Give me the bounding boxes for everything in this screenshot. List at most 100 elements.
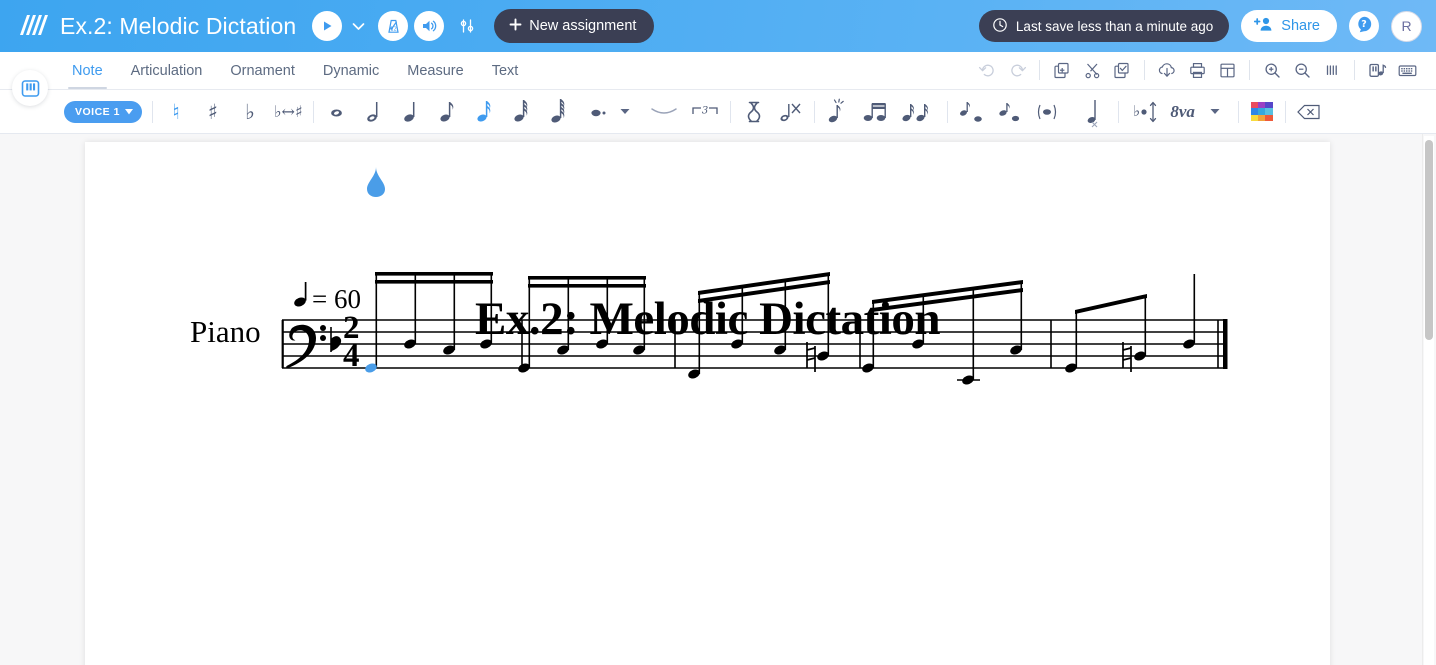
tab-ornament[interactable]: Ornament: [216, 63, 308, 89]
time-denominator: 4: [343, 338, 360, 374]
metronome-label: 12: [390, 26, 397, 32]
rest-icon[interactable]: [741, 97, 767, 127]
grace-note-icon[interactable]: [825, 97, 851, 127]
toolbar-separator: [1237, 100, 1239, 123]
metronome-icon[interactable]: 12: [378, 11, 409, 41]
sixteenth-note-icon[interactable]: [472, 97, 498, 127]
score-canvas[interactable]: Ex.2: Melodic Dictation Piano = 60 2 4: [0, 134, 1436, 665]
download-icon[interactable]: [1152, 57, 1182, 83]
flat-logo-icon[interactable]: [16, 11, 50, 41]
thirtysecond-note-icon[interactable]: [509, 97, 535, 127]
articulation-icon[interactable]: [997, 97, 1023, 127]
palette-swatch[interactable]: [1257, 114, 1266, 122]
parenthesis-note-icon[interactable]: [1034, 97, 1060, 127]
palette-swatch[interactable]: [1265, 101, 1273, 109]
triplet-icon[interactable]: 3: [690, 97, 720, 127]
play-icon[interactable]: [312, 11, 343, 41]
piano-keyboard-icon[interactable]: [12, 70, 48, 106]
palette-swatch[interactable]: [1265, 108, 1273, 115]
document-title[interactable]: Ex.2: Melodic Dictation: [60, 13, 296, 40]
share-button[interactable]: Share: [1241, 10, 1337, 42]
enharmonic-toggle-icon[interactable]: ♭↔♯: [274, 97, 303, 127]
new-assignment-button[interactable]: New assignment: [494, 9, 655, 43]
help-button[interactable]: ?: [1349, 11, 1379, 41]
palette-swatch[interactable]: [1265, 114, 1273, 122]
volume-icon[interactable]: [414, 11, 445, 41]
note-delete-icon[interactable]: [778, 97, 804, 127]
redo-icon[interactable]: [1002, 57, 1032, 83]
layout-icon[interactable]: [1212, 57, 1242, 83]
octave-dropdown-icon[interactable]: [1202, 97, 1228, 127]
tab-note[interactable]: Note: [58, 63, 117, 89]
mixer-sliders-icon[interactable]: [454, 12, 480, 40]
tab-label: Text: [491, 63, 519, 79]
undo-icon[interactable]: [972, 57, 1002, 83]
instrument-icon[interactable]: [1362, 57, 1392, 83]
slur-icon[interactable]: [958, 97, 986, 127]
final-barline-thick: [1223, 319, 1228, 369]
beam-icon[interactable]: [862, 97, 890, 127]
sharp-icon[interactable]: ♯: [200, 97, 226, 127]
toolbar-separator: [946, 100, 948, 123]
palette-swatch[interactable]: [1257, 101, 1266, 109]
palette-swatch[interactable]: [1257, 108, 1266, 115]
dotted-note-icon[interactable]: [586, 97, 612, 127]
add-person-icon: [1254, 16, 1273, 36]
quarter-note-icon[interactable]: [398, 97, 424, 127]
zoom-out-icon[interactable]: [1287, 57, 1317, 83]
svg-text:?: ?: [1361, 19, 1367, 30]
tab-measure[interactable]: Measure: [393, 63, 477, 89]
avatar[interactable]: R: [1391, 10, 1422, 42]
voice-selector[interactable]: VOICE 1: [64, 100, 142, 123]
key-signature-flat: [330, 327, 342, 352]
measure-4: [862, 280, 1052, 385]
new-assignment-label: New assignment: [529, 18, 637, 34]
bass-clef: [286, 324, 326, 369]
natural-icon[interactable]: ♮: [163, 97, 189, 127]
tab-label: Dynamic: [322, 63, 380, 79]
palette-swatch[interactable]: [1250, 114, 1258, 122]
octave-8va-icon[interactable]: 8va: [1170, 97, 1196, 127]
tab-text[interactable]: Text: [478, 63, 533, 89]
stem-toggle-icon[interactable]: [1082, 97, 1108, 127]
half-note-icon[interactable]: [361, 97, 387, 127]
toolbar-separator: [729, 100, 731, 123]
zoom-in-icon[interactable]: [1257, 57, 1287, 83]
flat-icon[interactable]: ♭: [237, 97, 263, 127]
paste-icon[interactable]: [1107, 57, 1137, 83]
staff-lines: [282, 319, 1227, 369]
transpose-icon[interactable]: ♭: [1129, 97, 1159, 127]
print-icon[interactable]: [1182, 57, 1212, 83]
tie-icon[interactable]: [649, 97, 679, 127]
cut-icon[interactable]: [1077, 57, 1107, 83]
svg-text:3: 3: [701, 105, 707, 116]
tab-list: Note Articulation Ornament Dynamic Measu…: [58, 52, 532, 89]
avatar-initial: R: [1401, 18, 1412, 34]
tab-articulation[interactable]: Articulation: [117, 63, 217, 89]
time-signature: 2 4: [343, 310, 360, 374]
page-view-icon[interactable]: [1317, 57, 1347, 83]
keyboard-icon[interactable]: [1392, 57, 1422, 83]
toolbar-separator: [312, 100, 314, 123]
vertical-scrollbar[interactable]: [1424, 136, 1434, 665]
whole-note-icon[interactable]: [324, 97, 350, 127]
color-palette-grid: [1250, 101, 1273, 122]
tab-label: Ornament: [230, 63, 295, 79]
unbeam-icon[interactable]: [901, 97, 937, 127]
backspace-delete-icon[interactable]: [1296, 97, 1322, 127]
toolbar-separator: [1117, 100, 1119, 123]
scrollbar-thumb[interactable]: [1425, 140, 1433, 340]
palette-swatch[interactable]: [1250, 101, 1258, 109]
measure-3: [688, 272, 861, 379]
palette-swatch[interactable]: [1250, 108, 1258, 115]
tab-bar: Note Articulation Ornament Dynamic Measu…: [0, 52, 1436, 106]
tab-dynamic[interactable]: Dynamic: [309, 63, 393, 89]
dotted-dropdown-icon[interactable]: [612, 97, 638, 127]
color-palette-icon[interactable]: [1249, 97, 1275, 127]
measure-1: [365, 272, 523, 373]
eighth-note-icon[interactable]: [435, 97, 461, 127]
score-page[interactable]: Ex.2: Melodic Dictation Piano = 60 2 4: [85, 142, 1330, 665]
sixtyfourth-note-icon[interactable]: [546, 97, 572, 127]
chevron-down-icon[interactable]: [346, 12, 370, 40]
copy-icon[interactable]: [1047, 57, 1077, 83]
